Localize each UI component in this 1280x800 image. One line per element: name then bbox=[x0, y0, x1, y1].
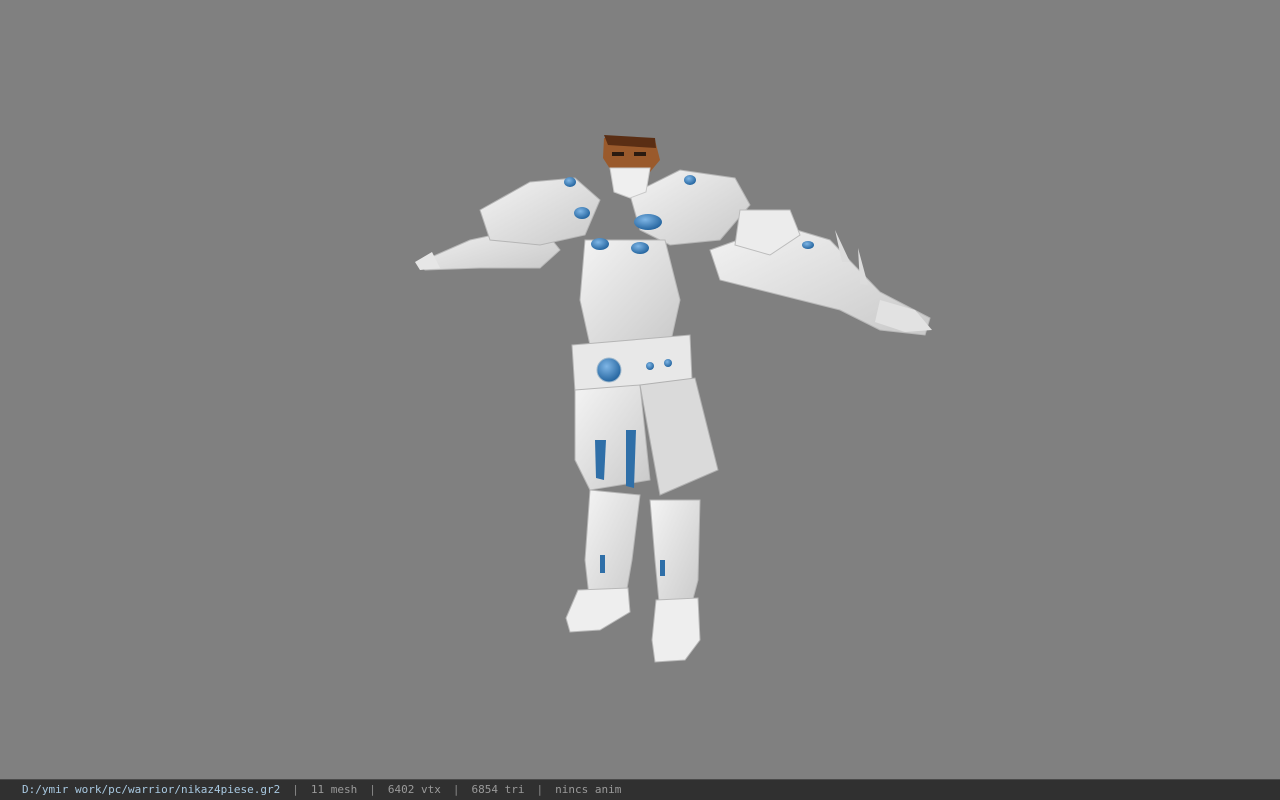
mesh-count: 11 mesh bbox=[310, 783, 358, 796]
triangle-count: 6854 tri bbox=[471, 783, 525, 796]
file-path: D:/ymir work/pc/warrior/nikaz4piese.gr2 bbox=[22, 783, 281, 796]
separator: | bbox=[369, 783, 376, 796]
warrior-model-icon bbox=[415, 135, 932, 663]
status-bar: D:/ymir work/pc/warrior/nikaz4piese.gr2 |… bbox=[0, 779, 1280, 800]
separator: | bbox=[292, 783, 299, 796]
vertex-count: 6402 vtx bbox=[387, 783, 441, 796]
separator: | bbox=[536, 783, 544, 796]
animation-status: nincs anim bbox=[555, 783, 622, 796]
separator: | bbox=[452, 783, 460, 796]
3d-viewport[interactable] bbox=[0, 0, 1280, 779]
